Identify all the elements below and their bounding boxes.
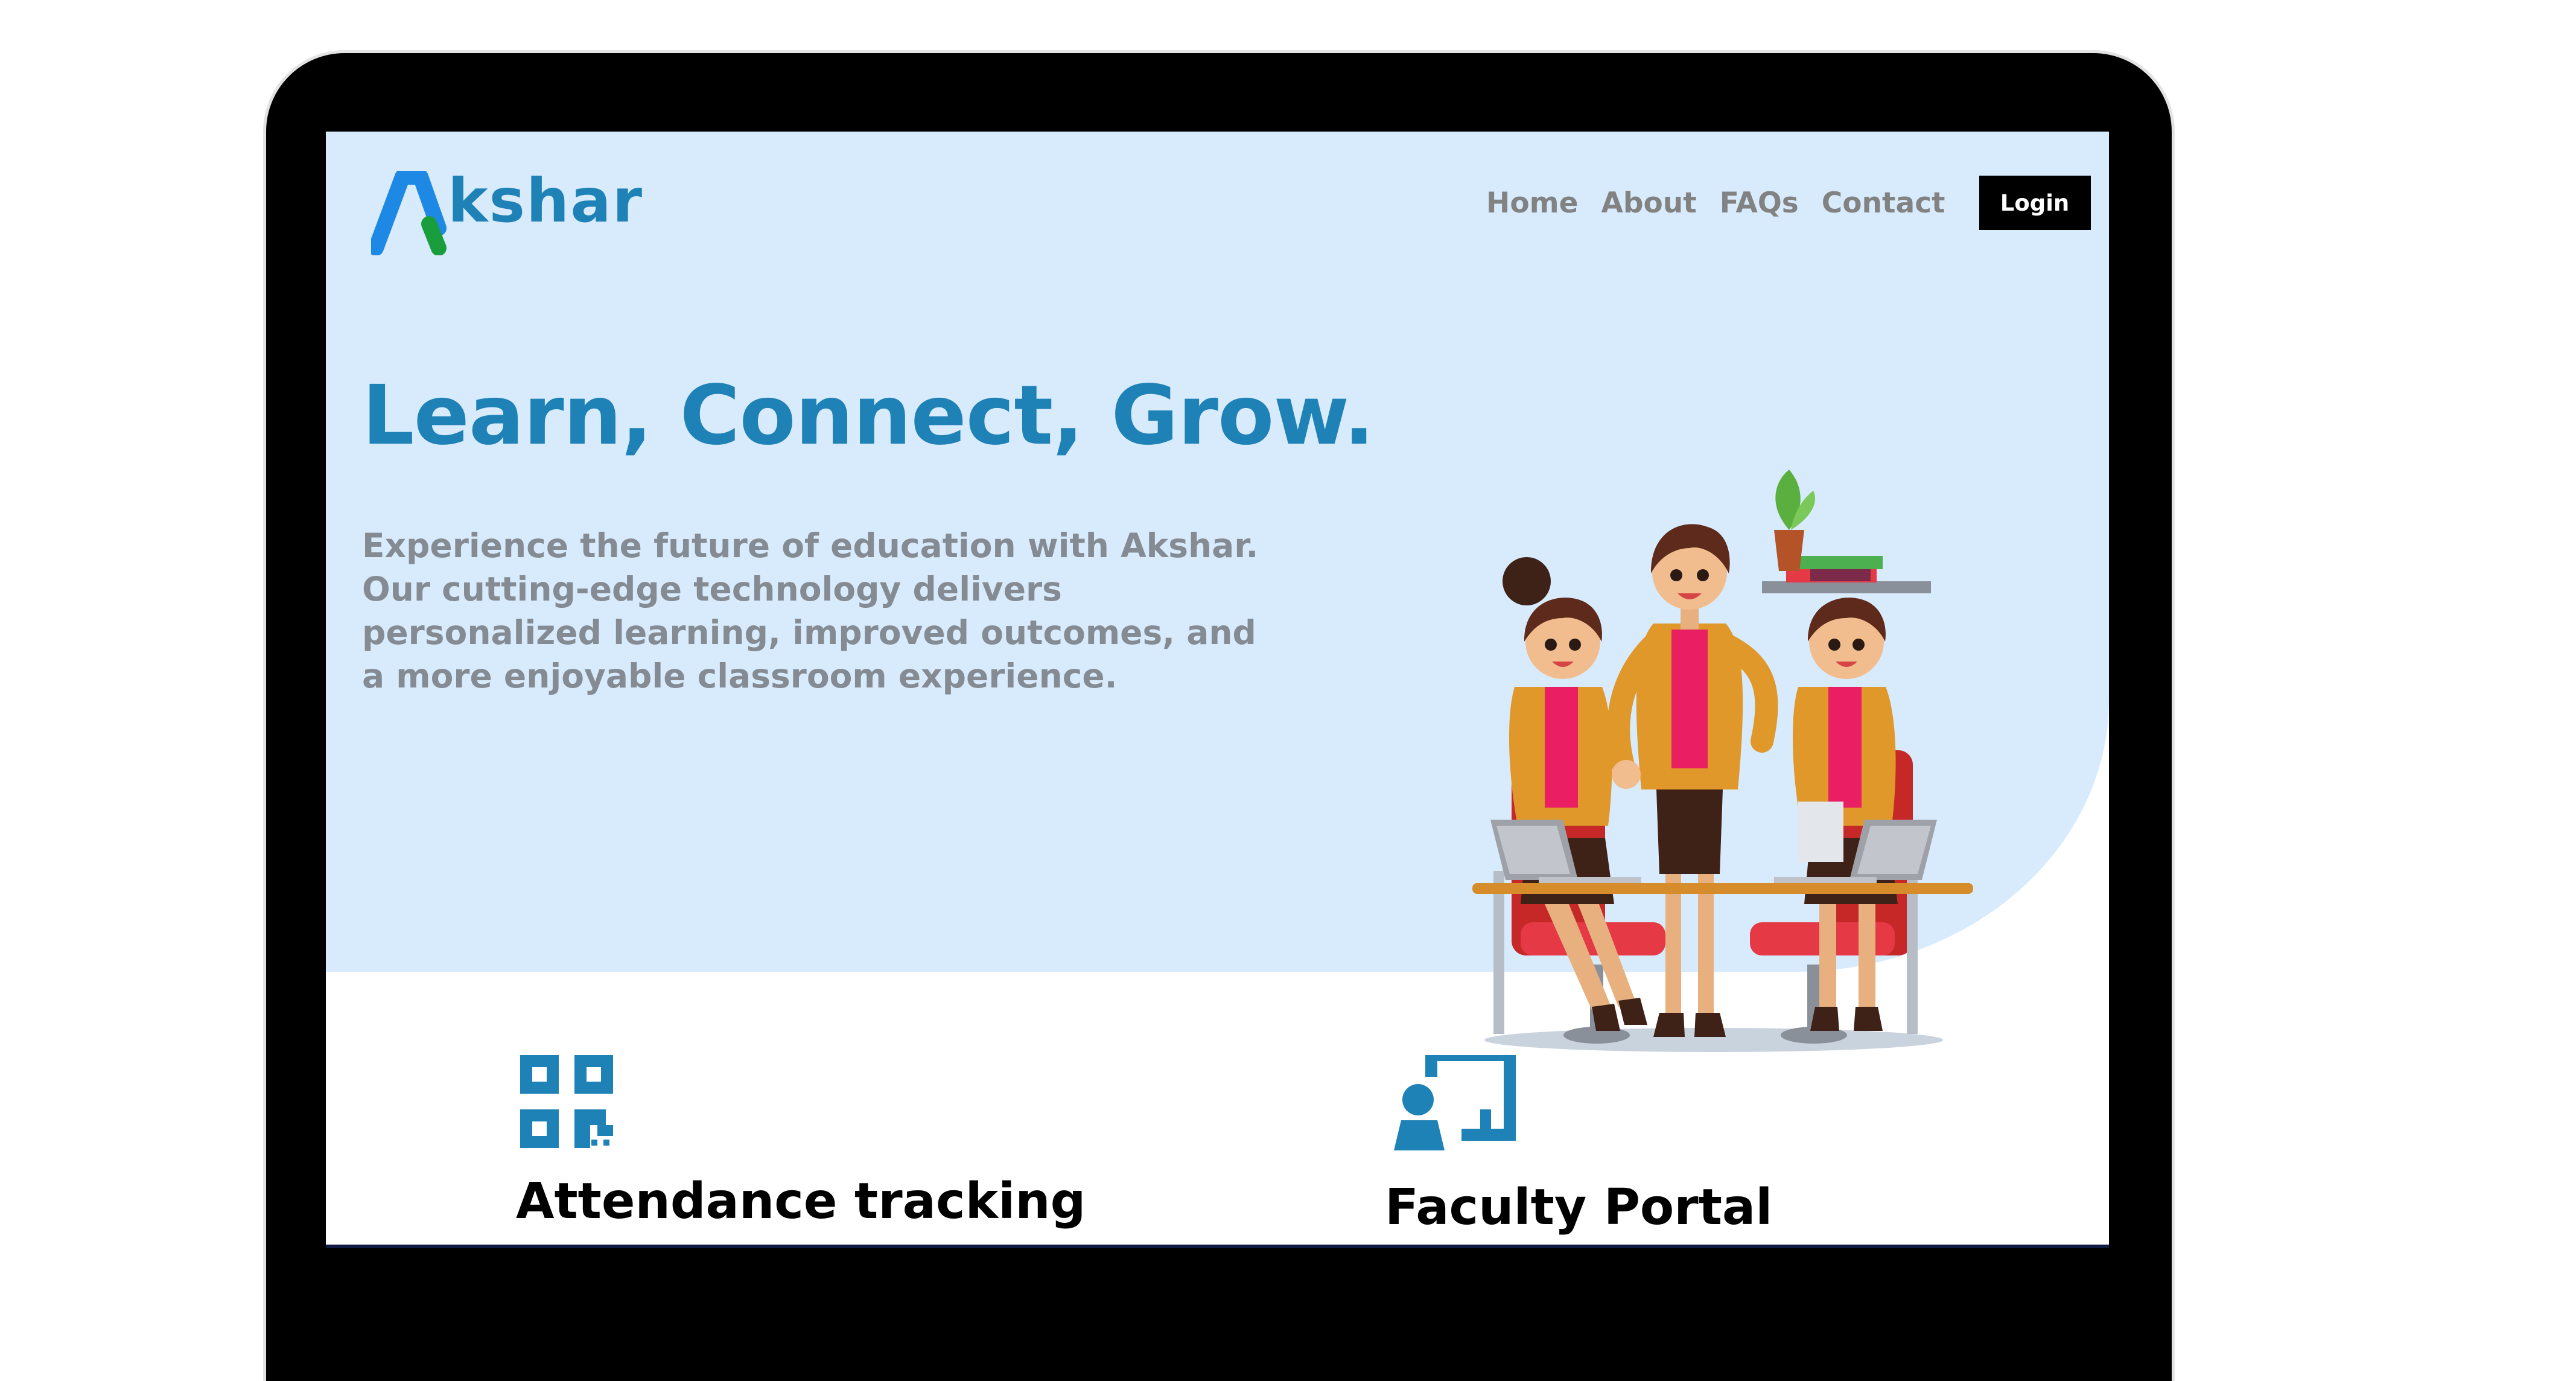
nav-link-contact[interactable]: Contact: [1822, 187, 1945, 220]
brand-name: kshar: [448, 165, 644, 236]
nav-link-faqs[interactable]: FAQs: [1720, 187, 1799, 220]
brand-logo[interactable]: kshar: [371, 165, 642, 255]
qr-code-icon: [520, 1055, 613, 1148]
logo-mark-icon: [371, 171, 447, 255]
nav-link-about[interactable]: About: [1601, 187, 1696, 220]
presentation-icon: [1394, 1055, 1516, 1150]
login-button[interactable]: Login: [1979, 176, 2091, 230]
nav-link-home[interactable]: Home: [1486, 187, 1578, 220]
screen-edge: [326, 1245, 2109, 1248]
hero-description: Experience the future of education with …: [362, 526, 1259, 695]
feature-title-faculty-portal: Faculty Portal: [1385, 1179, 1773, 1236]
main-nav: Home About FAQs Contact Login: [1486, 173, 2091, 233]
hero-title: Learn, Connect, Grow.: [362, 368, 1375, 464]
website-screen: kshar Home About FAQs Contact Login Lear…: [326, 132, 2109, 1248]
teachers-at-desk-illustration: [1472, 470, 1973, 1052]
feature-title-attendance: Attendance tracking: [516, 1173, 1086, 1230]
